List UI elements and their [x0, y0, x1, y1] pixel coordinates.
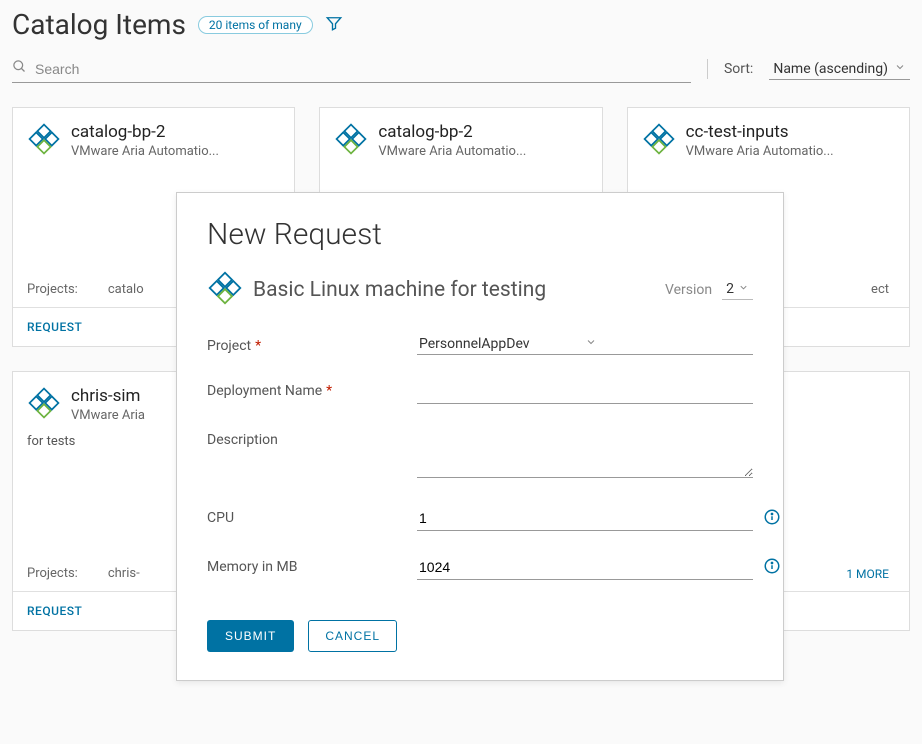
chevron-down-icon [738, 281, 749, 297]
info-icon[interactable] [763, 557, 781, 579]
projects-value: ect [871, 282, 889, 297]
sort-label: Sort: [724, 61, 753, 77]
search-box[interactable] [12, 55, 691, 83]
search-icon [12, 59, 27, 78]
filter-icon[interactable] [325, 14, 343, 36]
modal-subtitle: Basic Linux machine for testing [253, 278, 655, 302]
card-subtitle: VMware Aria Automatio... [378, 144, 526, 159]
cpu-input[interactable] [417, 506, 753, 531]
description-input[interactable] [417, 428, 753, 478]
deployment-name-label: Deployment Name* [207, 379, 417, 399]
project-label: Project* [207, 334, 417, 354]
projects-value: catalo [108, 282, 144, 297]
projects-value: chris- [108, 566, 140, 581]
card-title: catalog-bp-2 [71, 122, 219, 142]
card-title: chris-sim [71, 386, 145, 406]
template-icon [207, 270, 243, 310]
projects-label: Projects: [27, 566, 78, 581]
search-input[interactable] [35, 61, 691, 77]
new-request-modal: New Request Basic Linux machine for test… [176, 192, 784, 681]
more-link[interactable]: 1 MORE [846, 567, 889, 581]
version-value: 2 [726, 281, 734, 297]
request-link[interactable]: REQUEST [27, 604, 82, 618]
description-label: Description [207, 428, 417, 448]
chevron-down-icon [894, 61, 906, 77]
template-icon [27, 122, 61, 160]
card-subtitle: VMware Aria [71, 408, 145, 423]
sort-select[interactable]: Name (ascending) [769, 59, 910, 80]
version-label: Version [665, 282, 712, 298]
memory-input[interactable] [417, 555, 753, 580]
submit-button[interactable]: SUBMIT [207, 620, 294, 652]
chevron-down-icon [585, 336, 751, 352]
cpu-label: CPU [207, 506, 417, 526]
project-value: PersonnelAppDev [419, 336, 585, 352]
card-subtitle: VMware Aria Automatio... [686, 144, 834, 159]
template-icon [642, 122, 676, 160]
template-icon [27, 386, 61, 424]
page-title: Catalog Items [12, 8, 186, 41]
card-title: cc-test-inputs [686, 122, 834, 142]
card-title: catalog-bp-2 [378, 122, 526, 142]
project-select[interactable]: PersonnelAppDev [417, 334, 753, 355]
card-subtitle: VMware Aria Automatio... [71, 144, 219, 159]
count-badge: 20 items of many [198, 16, 313, 34]
projects-label: Projects: [27, 282, 78, 297]
divider [707, 59, 708, 79]
sort-value: Name (ascending) [773, 61, 888, 77]
memory-label: Memory in MB [207, 555, 417, 575]
version-select[interactable]: 2 [722, 281, 753, 300]
request-link[interactable]: REQUEST [27, 320, 82, 334]
template-icon [334, 122, 368, 160]
modal-title: New Request [207, 217, 753, 252]
cancel-button[interactable]: CANCEL [308, 620, 397, 652]
info-icon[interactable] [763, 508, 781, 530]
deployment-name-input[interactable] [417, 379, 753, 404]
